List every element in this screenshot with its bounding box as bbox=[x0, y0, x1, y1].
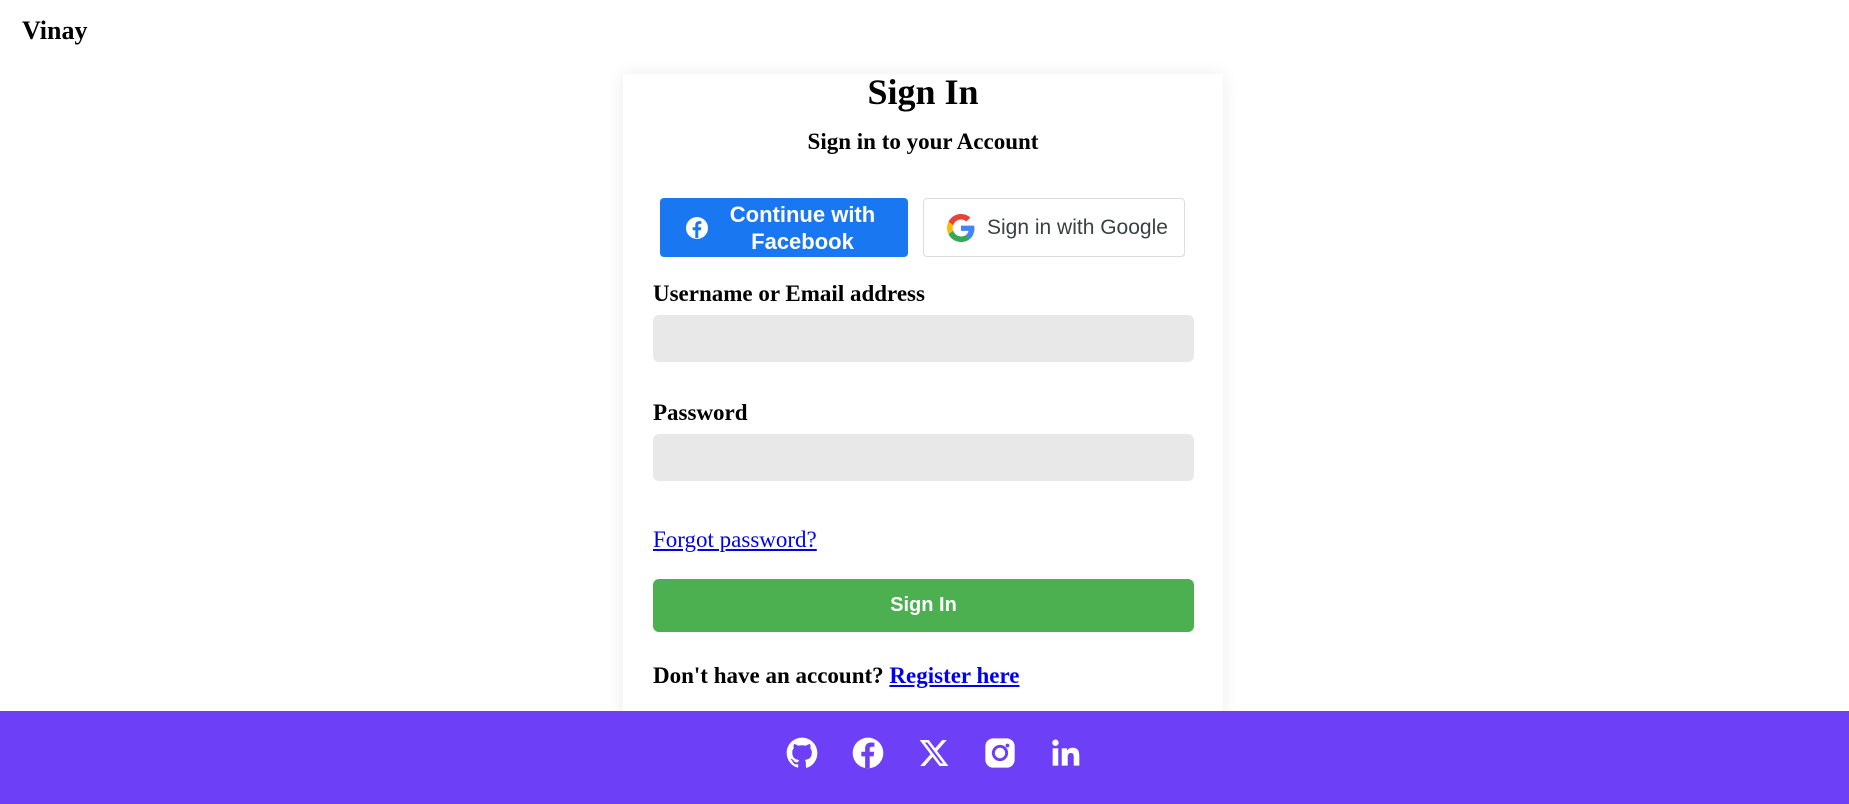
x-icon bbox=[919, 740, 949, 766]
forgot-password-link[interactable]: Forgot password? bbox=[653, 526, 817, 554]
facebook-icon bbox=[686, 216, 708, 239]
instagram-icon bbox=[985, 738, 1015, 768]
register-prompt-text: Don't have an account? bbox=[653, 663, 884, 688]
x-link[interactable] bbox=[918, 737, 950, 769]
linkedin-icon bbox=[1052, 739, 1080, 766]
google-icon bbox=[947, 213, 975, 242]
username-label: Username or Email address bbox=[653, 281, 925, 306]
google-signin-label: Sign in with Google bbox=[987, 215, 1168, 239]
password-input[interactable] bbox=[653, 434, 1194, 481]
register-prompt-line: Don't have an account? Register here bbox=[653, 662, 1019, 690]
facebook-link[interactable] bbox=[852, 737, 884, 769]
page-subtitle: Sign in to your Account bbox=[807, 129, 1039, 154]
password-label: Password bbox=[653, 400, 748, 425]
google-signin-button[interactable]: Sign in with Google bbox=[923, 198, 1185, 257]
social-links bbox=[786, 737, 1082, 769]
signin-card: Sign In Sign in to your Account Continue… bbox=[623, 74, 1223, 724]
github-icon bbox=[786, 737, 818, 768]
signin-submit-button[interactable]: Sign In bbox=[653, 579, 1194, 632]
linkedin-link[interactable] bbox=[1050, 737, 1082, 769]
page-title: Sign In bbox=[867, 72, 979, 112]
facebook-login-button[interactable]: Continue with Facebook bbox=[660, 198, 908, 257]
github-link[interactable] bbox=[786, 737, 818, 769]
facebook-icon bbox=[852, 737, 884, 769]
register-link[interactable]: Register here bbox=[889, 663, 1019, 688]
brand-logo: Vinay bbox=[22, 16, 88, 45]
username-input[interactable] bbox=[653, 315, 1194, 362]
facebook-login-label: Continue with Facebook bbox=[729, 201, 876, 254]
instagram-link[interactable] bbox=[984, 737, 1016, 769]
footer bbox=[0, 711, 1849, 804]
